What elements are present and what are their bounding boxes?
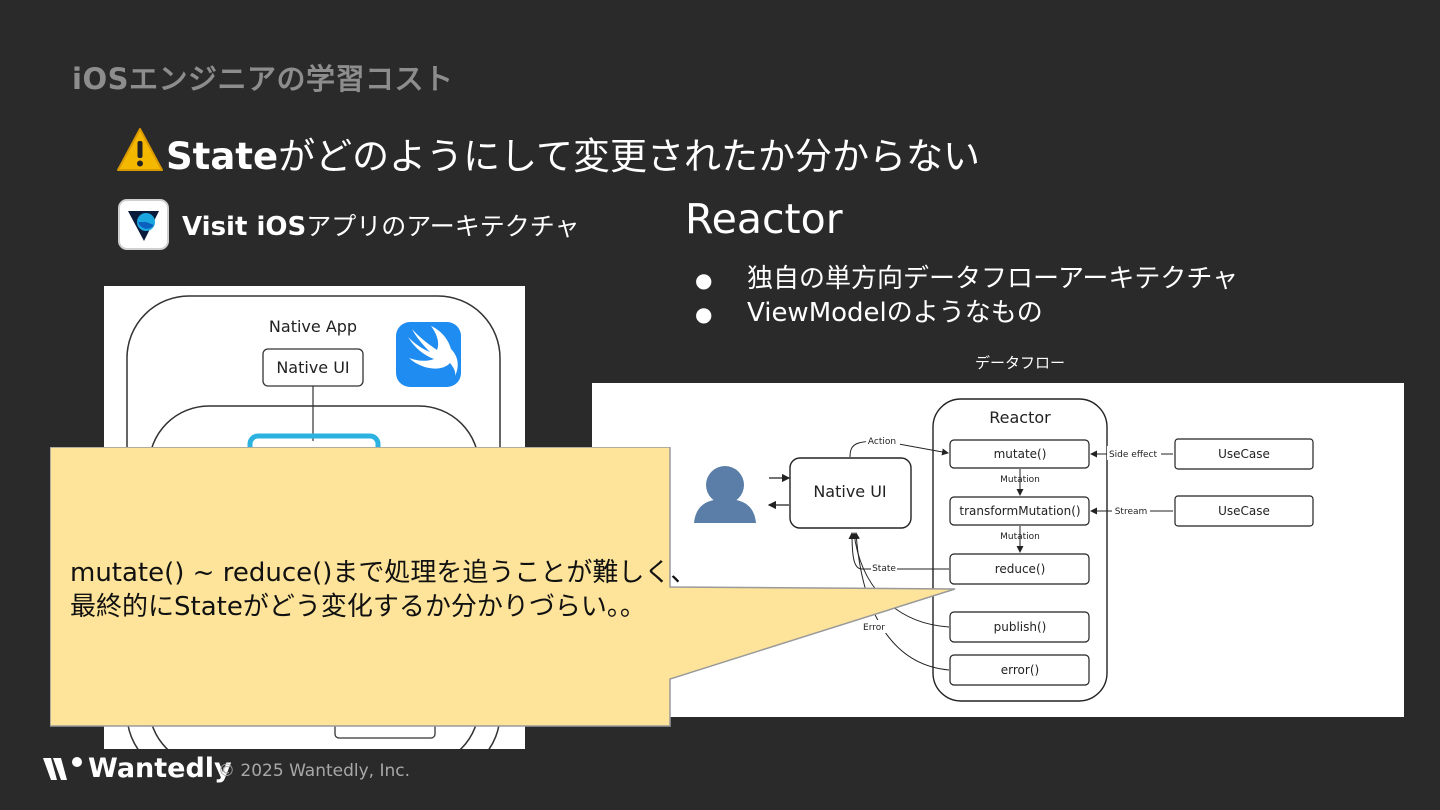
callout-text: mutate() ~ reduce()まで処理を追うことが難しく、 最終的にSt…: [70, 556, 696, 624]
headline-rest: がどのようにして変更されたか分からない: [278, 135, 980, 178]
bullet-item: ● 独自の単方向データフローアーキテクチャ: [695, 258, 1238, 295]
visit-app-icon: [118, 199, 169, 250]
flow-reactor-label: Reactor: [989, 408, 1051, 427]
bullet-text: ViewModelのようなもの: [747, 298, 1043, 328]
warning-icon: [117, 128, 163, 171]
footer-brand: Wantedly: [88, 753, 232, 784]
reactor-title: Reactor: [685, 195, 843, 243]
native-ui-label: Native UI: [276, 358, 349, 377]
app-architecture-heading: Visit iOSアプリのアーキテクチャ: [182, 207, 579, 243]
bullet-text: 独自の単方向データフローアーキテクチャ: [747, 264, 1239, 294]
app-heading-rest: アプリのアーキテクチャ: [306, 212, 580, 241]
wantedly-logo-icon: [43, 757, 82, 780]
section-title: iOSエンジニアの学習コスト: [72, 62, 454, 96]
callout-line: mutate() ~ reduce()まで処理を追うことが難しく、: [70, 558, 697, 588]
bullet-marker: ●: [695, 302, 713, 326]
flow-caption: データフロー: [975, 354, 1066, 372]
callout-line: 最終的にStateがどう変化するか分かりづらい。。: [70, 592, 646, 622]
usecase-box: UseCase: [1218, 504, 1270, 518]
headline: Stateがどのようにして変更されたか分からない: [166, 126, 980, 180]
edge-side-effect-label: Side effect: [1109, 450, 1158, 460]
app-heading-bold: Visit iOS: [182, 212, 307, 242]
swift-icon: [396, 322, 461, 387]
edge-action-label: Action: [868, 437, 896, 447]
usecase-box: UseCase: [1218, 447, 1270, 461]
edge-stream-label: Stream: [1115, 507, 1148, 517]
bullet-item: ● ViewModelのようなもの: [695, 292, 1043, 329]
headline-bold: State: [166, 135, 279, 178]
bullet-marker: ●: [695, 268, 713, 292]
native-app-label: Native App: [269, 317, 357, 336]
footer-copyright: © 2025 Wantedly, Inc.: [218, 761, 411, 781]
